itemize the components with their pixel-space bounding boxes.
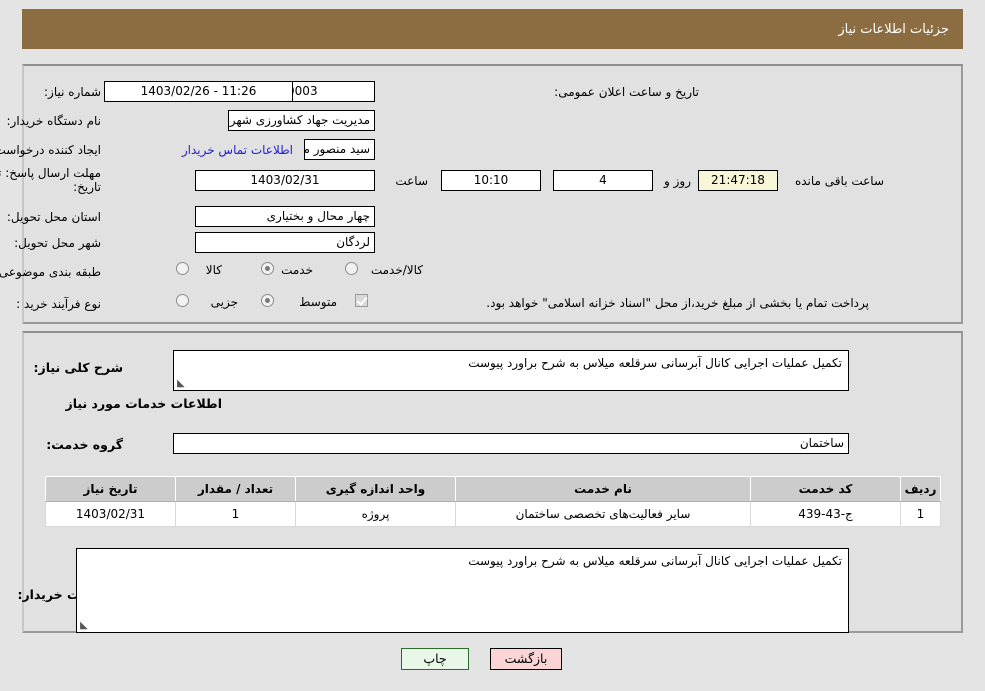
requester-label: ایجاد کننده درخواست: [0,143,101,157]
radio-label-purchase-medium[interactable]: متوسط [299,295,337,309]
table-header-row: ردیف کد خدمت نام خدمت واحد اندازه گیری ت… [45,476,941,502]
service-group-value: ساختمان [173,433,849,454]
radio-purchase-minor[interactable] [176,294,189,307]
back-button[interactable]: بازگشت [490,648,562,670]
countdown-value: 21:47:18 [698,170,778,191]
radio-category-service[interactable] [261,262,274,275]
deadline-date-value: 1403/02/31 [195,170,375,191]
islamic-treasury-label: پرداخت تمام یا بخشی از مبلغ خرید،از محل … [486,296,869,310]
need-number-label: شماره نیاز: [44,85,101,99]
province-label: استان محل تحویل: [6,210,101,224]
requester-value: سید منصور موسوی کاربرداز مدیریت جهاد کشا… [304,139,375,160]
col-header-need-date: تاریخ نیاز [45,476,176,502]
cell-service-name: سایر فعالیت‌های تخصصی ساختمان [455,501,751,527]
page-title: جزئیات اطلاعات نیاز [838,21,949,37]
remaining-days-label: روز و [664,174,691,188]
radio-label-category-goods-service[interactable]: کالا/خدمت [371,263,423,277]
remaining-days-value: 4 [553,170,653,191]
summary-textarea[interactable]: تکمیل عملیات اجرایی کانال آبرسانی سرقلعه… [173,350,849,391]
islamic-treasury-checkbox[interactable] [355,294,368,307]
table-row: 1 ج-43-439 سایر فعالیت‌های تخصصی ساختمان… [45,501,941,527]
buyer-notes-textarea[interactable]: تکمیل عملیات اجرایی کانال آبرسانی سرقلعه… [76,548,849,633]
buyer-notes-text: تکمیل عملیات اجرایی کانال آبرسانی سرقلعه… [468,554,842,568]
deadline-time-value: 10:10 [441,170,541,191]
radio-label-category-goods[interactable]: کالا [206,263,222,277]
col-header-row: ردیف [900,476,941,502]
service-group-label: گروه خدمت: [46,437,123,452]
deadline-hour-label: ساعت [395,174,428,188]
cell-row: 1 [900,501,941,527]
print-button[interactable]: چاپ [401,648,469,670]
resize-grip-icon[interactable]: ◢ [177,378,187,389]
cell-unit: پروژه [295,501,456,527]
radio-category-goods-service[interactable] [345,262,358,275]
buyer-contact-link[interactable]: اطلاعات تماس خریدار [182,143,293,157]
radio-label-category-service[interactable]: خدمت [281,263,313,277]
radio-category-goods[interactable] [176,262,189,275]
announce-datetime-label: تاریخ و ساعت اعلان عمومی: [554,85,699,99]
col-header-unit: واحد اندازه گیری [295,476,456,502]
col-header-quantity: تعداد / مقدار [175,476,296,502]
deadline-label: مهلت ارسال پاسخ: تا تاریخ: [0,166,101,194]
purchase-type-label: نوع فرآیند خرید : [16,297,101,311]
services-table: ردیف کد خدمت نام خدمت واحد اندازه گیری ت… [45,476,941,527]
cell-quantity: 1 [175,501,296,527]
need-details-panel [22,64,963,324]
city-label: شهر محل تحویل: [14,236,101,250]
col-header-service-code: کد خدمت [750,476,901,502]
resize-grip-icon-2[interactable]: ◢ [80,620,90,631]
category-label: طبقه بندی موضوعی: [0,265,101,279]
col-header-service-name: نام خدمت [455,476,751,502]
buyer-org-label: نام دستگاه خریدار: [6,114,102,128]
cell-service-code: ج-43-439 [750,501,901,527]
city-value: لردگان [195,232,375,253]
radio-purchase-medium[interactable] [261,294,274,307]
cell-need-date: 1403/02/31 [45,501,176,527]
window-title-bar: جزئیات اطلاعات نیاز [22,9,963,49]
summary-text: تکمیل عملیات اجرایی کانال آبرسانی سرقلعه… [468,356,842,370]
buyer-org-value: مدیریت جهاد کشاورزی شهرستان لردگان [228,110,375,131]
radio-label-purchase-minor[interactable]: جزیی [211,295,238,309]
province-value: چهار محال و بختیاری [195,206,375,227]
countdown-label: ساعت باقی مانده [794,174,884,188]
announce-datetime-value: 11:26 - 1403/02/26 [104,81,293,102]
services-heading: اطلاعات خدمات مورد نیاز [65,396,223,411]
summary-label: شرح کلی نیاز: [33,360,123,375]
